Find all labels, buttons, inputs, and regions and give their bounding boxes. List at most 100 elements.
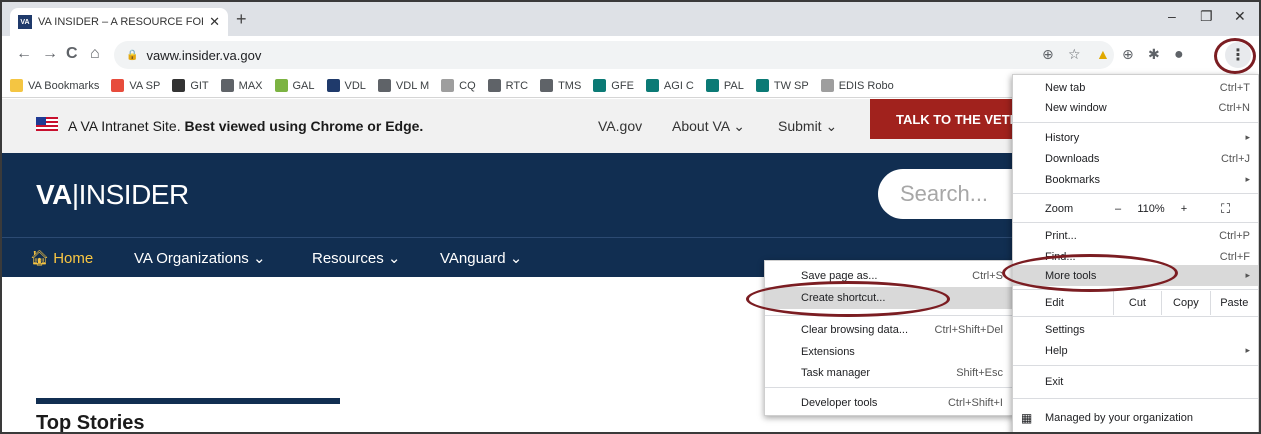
menu-find[interactable]: Find... Ctrl+F xyxy=(1013,246,1258,267)
menu-separator xyxy=(1013,122,1258,123)
minimize-icon[interactable]: – xyxy=(1168,8,1176,24)
menu-label: New tab xyxy=(1045,81,1086,94)
menu-history[interactable]: History ▸ xyxy=(1013,127,1258,148)
window-close-icon[interactable]: ✕ xyxy=(1234,8,1246,25)
menu-developer-tools[interactable]: Developer tools Ctrl+Shift+I xyxy=(765,392,1013,414)
menu-extensions[interactable]: Extensions xyxy=(765,341,1013,363)
vagov-link[interactable]: VA.gov xyxy=(598,118,642,134)
browser-tab[interactable]: VA VA INSIDER – A RESOURCE FOR V ✕ xyxy=(10,8,228,36)
bookmark-item[interactable]: GAL xyxy=(274,79,315,92)
talk-to-veteran-button[interactable]: TALK TO THE VETERAN xyxy=(870,99,1020,139)
bookmark-item[interactable]: VDL xyxy=(326,79,366,92)
menu-create-shortcut[interactable]: Create shortcut... xyxy=(765,287,1013,309)
menu-managed-by-org[interactable]: ▦ Managed by your organization xyxy=(1013,407,1258,428)
bookmark-favicon-icon xyxy=(820,79,834,92)
forward-icon[interactable]: → xyxy=(42,45,58,63)
bookmark-item[interactable]: RTC xyxy=(487,79,528,92)
menu-exit[interactable]: Exit xyxy=(1013,371,1258,392)
menu-print[interactable]: Print... Ctrl+P xyxy=(1013,225,1258,246)
va-insider-logo[interactable]: VA|INSIDER xyxy=(36,179,189,211)
submenu-arrow-icon: ▸ xyxy=(1245,270,1250,280)
bookmark-label: VA Bookmarks xyxy=(28,79,100,92)
reload-icon[interactable]: C xyxy=(66,45,78,63)
more-tools-submenu: Save page as... Ctrl+S Create shortcut...… xyxy=(764,260,1014,416)
submenu-arrow-icon: ▸ xyxy=(1245,345,1250,355)
bookmark-favicon-icon xyxy=(593,79,607,92)
bookmark-label: VDL xyxy=(344,79,366,92)
fullscreen-icon[interactable]: ⛶ xyxy=(1221,201,1230,217)
profile-avatar-icon[interactable]: ● xyxy=(1174,46,1184,64)
back-icon[interactable]: ← xyxy=(16,45,32,63)
nav-home[interactable]: 🏠︎ Home xyxy=(30,249,93,267)
bookmark-favicon-icon xyxy=(645,79,659,92)
bookmark-label: VDL M xyxy=(395,79,430,92)
bookmark-label: MAX xyxy=(238,79,263,92)
bookmark-label: AGI C xyxy=(663,79,694,92)
menu-separator xyxy=(765,315,1013,316)
bookmark-favicon-icon xyxy=(487,79,501,92)
bookmark-item[interactable]: TMS xyxy=(540,79,581,92)
new-tab-button[interactable]: + xyxy=(236,9,247,30)
menu-new-window[interactable]: New window Ctrl+N xyxy=(1013,97,1258,118)
menu-separator xyxy=(1013,398,1258,399)
nav-vanguard[interactable]: VAnguard ⌄ xyxy=(440,249,522,267)
about-va-link[interactable]: About VA ⌄ xyxy=(672,118,745,135)
extension-drive-icon[interactable]: ▲ xyxy=(1096,46,1110,62)
menu-clear-browsing-data[interactable]: Clear browsing data... Ctrl+Shift+Del xyxy=(765,319,1013,341)
menu-save-page-as[interactable]: Save page as... Ctrl+S xyxy=(765,265,1013,287)
zoom-indicator-icon[interactable]: ⊕ xyxy=(1042,46,1054,63)
zoom-out-button[interactable]: – xyxy=(1107,203,1129,215)
tab-close-icon[interactable]: ✕ xyxy=(209,14,220,30)
bookmark-item[interactable]: VA Bookmarks xyxy=(10,79,99,92)
bookmark-favicon-icon xyxy=(274,79,288,92)
bookmark-item[interactable]: TW SP xyxy=(755,79,809,92)
extension-globe-icon[interactable]: ⊕ xyxy=(1122,46,1134,63)
bookmark-item[interactable]: EDIS Robo xyxy=(820,79,894,92)
menu-label: Exit xyxy=(1045,375,1064,388)
bookmark-label: EDIS Robo xyxy=(838,79,894,92)
edit-label: Edit xyxy=(1045,297,1064,309)
restore-icon[interactable]: ❐ xyxy=(1200,8,1213,25)
menu-label: Extensions xyxy=(801,346,855,358)
menu-edit-row: Edit Cut Copy Paste xyxy=(1013,291,1258,315)
bookmark-item[interactable]: AGI C xyxy=(645,79,694,92)
bookmark-favicon-icon xyxy=(326,79,340,92)
extensions-puzzle-icon[interactable]: ✱ xyxy=(1148,46,1160,63)
submit-link[interactable]: Submit ⌄ xyxy=(778,118,837,135)
menu-shortcut: Ctrl+J xyxy=(1220,152,1250,165)
home-icon[interactable]: ⌂ xyxy=(90,45,100,63)
bookmark-item[interactable]: VA SP xyxy=(111,79,160,92)
cut-button[interactable]: Cut xyxy=(1112,291,1161,315)
menu-help[interactable]: Help ▸ xyxy=(1013,340,1258,361)
menu-label: Settings xyxy=(1045,323,1085,336)
bookmark-item[interactable]: MAX xyxy=(220,79,263,92)
paste-button[interactable]: Paste xyxy=(1209,291,1258,315)
menu-new-tab[interactable]: New tab Ctrl+T xyxy=(1013,77,1258,98)
menu-separator xyxy=(1013,365,1258,366)
address-bar[interactable]: 🔒 vaww.insider.va.gov xyxy=(114,41,1114,69)
nav-va-organizations[interactable]: VA Organizations ⌄ xyxy=(134,249,266,267)
copy-button[interactable]: Copy xyxy=(1161,291,1209,315)
logo-insider: INSIDER xyxy=(78,179,190,210)
bookmark-star-icon[interactable]: ☆ xyxy=(1068,46,1081,63)
menu-label: Downloads xyxy=(1045,152,1100,165)
zoom-in-button[interactable]: + xyxy=(1173,203,1195,215)
chrome-menu-button[interactable]: ⋮ xyxy=(1225,42,1251,68)
zoom-level: 110% xyxy=(1137,203,1165,215)
bookmark-favicon-icon xyxy=(441,79,455,92)
menu-more-tools[interactable]: More tools ▸ xyxy=(1013,265,1258,286)
bookmark-item[interactable]: GIT xyxy=(172,79,209,92)
menu-task-manager[interactable]: Task manager Shift+Esc xyxy=(765,362,1013,384)
menu-label: Bookmarks xyxy=(1045,173,1101,186)
bookmark-item[interactable]: PAL xyxy=(705,79,744,92)
menu-shortcut: Ctrl+F xyxy=(1219,250,1250,263)
bookmark-item[interactable]: CQ xyxy=(441,79,476,92)
menu-settings[interactable]: Settings xyxy=(1013,319,1258,340)
menu-downloads[interactable]: Downloads Ctrl+J xyxy=(1013,148,1258,169)
bookmark-item[interactable]: VDL M xyxy=(377,79,430,92)
bookmark-label: GAL xyxy=(292,79,315,92)
menu-label: New window xyxy=(1045,101,1107,114)
nav-resources[interactable]: Resources ⌄ xyxy=(312,249,400,267)
bookmark-item[interactable]: GFE xyxy=(593,79,634,92)
menu-bookmarks[interactable]: Bookmarks ▸ xyxy=(1013,169,1258,190)
